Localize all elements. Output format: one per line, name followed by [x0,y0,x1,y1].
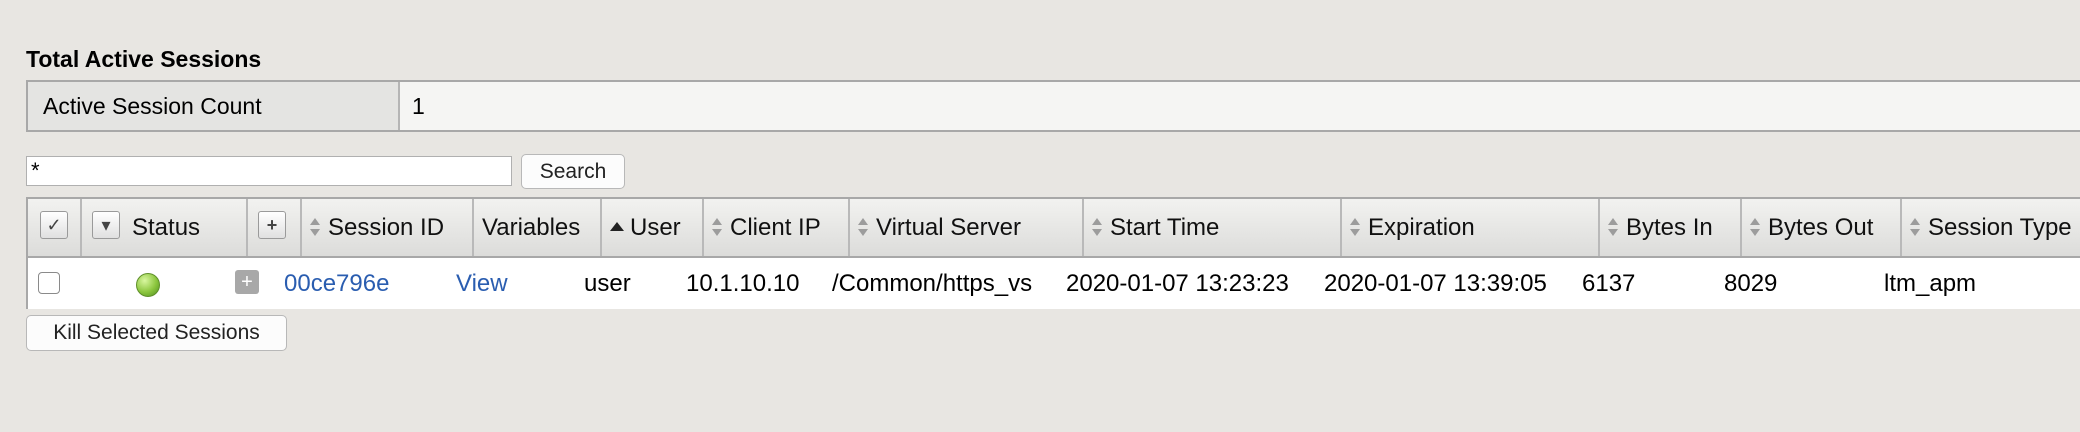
search-button[interactable]: Search [521,154,625,189]
table-row: + 00ce796e View user 10.1.10.10 /Common/… [28,258,2080,309]
green-status-icon [136,273,160,297]
column-session-type-label: Session Type [1928,214,2072,241]
virtual-server-cell: /Common/https_vs [832,270,1033,297]
variables-view-link[interactable]: View [456,258,508,309]
column-variables: Variables [474,199,602,256]
sort-ascending-icon [610,221,624,231]
plus-icon[interactable]: + [258,211,286,239]
column-session-id[interactable]: Session ID [302,199,474,256]
column-user-label: User [630,214,681,241]
start-time-cell: 2020-01-07 13:23:23 [1066,270,1289,297]
column-expiration[interactable]: Expiration [1342,199,1600,256]
sessions-table: ✓ ▾ Status + Session ID Variables User C… [26,197,2080,309]
sort-icon [1910,218,1920,237]
bytes-out-cell: 8029 [1724,270,1778,297]
row-checkbox[interactable] [38,272,60,294]
user-cell: user [584,270,631,297]
sort-icon [1750,218,1760,237]
column-bytes-in-label: Bytes In [1626,214,1713,241]
column-session-id-label: Session ID [328,214,445,241]
bytes-in-cell: 6137 [1582,270,1636,297]
expiration-cell: 2020-01-07 13:39:05 [1324,270,1547,297]
column-virtual-server[interactable]: Virtual Server [850,199,1084,256]
column-variables-label: Variables [482,214,581,241]
column-bytes-out-label: Bytes Out [1768,214,1874,241]
session-type-cell: ltm_apm [1884,270,1977,297]
plus-icon[interactable]: + [235,270,259,294]
chevron-down-icon[interactable]: ▾ [92,211,120,239]
column-bytes-in[interactable]: Bytes In [1600,199,1742,256]
column-user[interactable]: User [602,199,704,256]
sort-icon [712,218,722,237]
column-client-ip-label: Client IP [730,214,821,241]
session-count-value: 1 [412,93,425,119]
column-client-ip[interactable]: Client IP [704,199,850,256]
column-session-type[interactable]: Session Type [1902,199,2080,256]
client-ip-cell: 10.1.10.10 [686,270,800,297]
select-all-column: ✓ [28,199,82,256]
sort-icon [1608,218,1618,237]
search-input[interactable] [26,156,512,186]
column-virtual-server-label: Virtual Server [876,214,1021,241]
table-header: ✓ ▾ Status + Session ID Variables User C… [28,199,2080,258]
session-count-label: Active Session Count [28,82,400,130]
column-status-label: Status [132,214,201,241]
sort-icon [1092,218,1102,237]
sort-icon [858,218,868,237]
column-expiration-label: Expiration [1368,214,1475,241]
column-start-time[interactable]: Start Time [1084,199,1342,256]
column-status[interactable]: ▾ Status [82,199,248,256]
session-id-link[interactable]: 00ce796e [284,258,389,309]
column-start-time-label: Start Time [1110,214,1220,241]
checkbox-checked-icon[interactable]: ✓ [40,211,68,239]
expand-all-column: + [248,199,302,256]
section-title: Total Active Sessions [26,46,262,72]
sort-icon [310,218,320,237]
kill-selected-sessions-button[interactable]: Kill Selected Sessions [26,315,287,351]
session-count-table: Active Session Count 1 [26,80,2080,132]
sort-icon [1350,218,1360,237]
column-bytes-out[interactable]: Bytes Out [1742,199,1902,256]
